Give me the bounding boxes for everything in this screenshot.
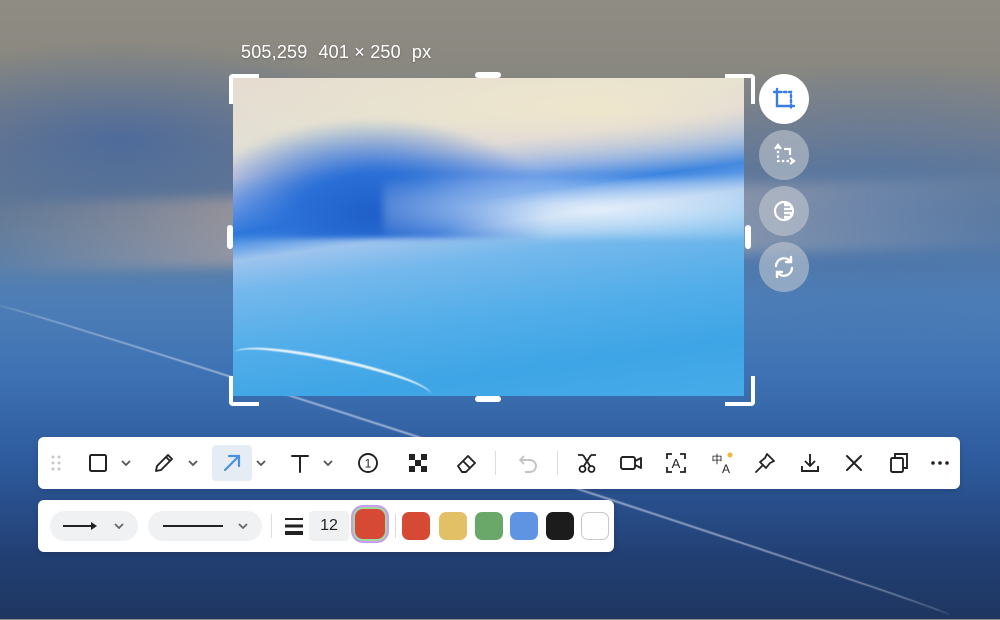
refresh-icon (774, 255, 794, 279)
svg-text:A: A (672, 456, 681, 471)
drag-grip-icon (51, 455, 61, 471)
eraser-tool[interactable] (452, 445, 482, 481)
download-icon (801, 454, 819, 472)
stroke-size-value[interactable]: 12 (309, 511, 349, 541)
mosaic-icon (409, 454, 427, 472)
copy-icon (890, 453, 908, 473)
download-button[interactable] (795, 445, 825, 481)
text-recognition-icon: A (666, 453, 686, 473)
rectangle-dropdown[interactable] (118, 445, 134, 481)
resize-arrows-icon (774, 143, 796, 165)
pencil-icon (155, 454, 173, 472)
mosaic-tool[interactable] (403, 445, 433, 481)
record-button[interactable] (616, 445, 646, 481)
chevron-down-icon (114, 523, 124, 530)
arrow-dropdown[interactable] (253, 445, 269, 481)
annotation-toolbar: 1 A 中 A (38, 437, 960, 489)
resize-handle-bottom-left[interactable] (229, 376, 259, 406)
selection-size: 401 × 250 (318, 42, 401, 62)
more-icon (931, 461, 949, 465)
selection-unit: px (411, 42, 432, 62)
chevron-down-icon (238, 523, 248, 530)
resize-button[interactable] (759, 130, 809, 180)
color-red[interactable] (402, 512, 430, 540)
translate-button[interactable]: 中 A (706, 445, 738, 481)
arrow-style-select[interactable] (50, 511, 138, 541)
resize-handle-bottom[interactable] (475, 396, 501, 402)
text-tool[interactable] (286, 445, 314, 481)
ocr-button[interactable]: A (661, 445, 691, 481)
undo-button[interactable] (513, 445, 543, 481)
arrow-line-icon (63, 522, 97, 530)
crop-icon (772, 87, 796, 111)
svg-text:A: A (722, 462, 730, 475)
rectangle-icon (89, 454, 107, 472)
resize-handle-top-left[interactable] (229, 74, 259, 104)
eraser-icon (457, 455, 476, 473)
current-color-swatch[interactable] (355, 509, 385, 539)
stroke-width-icon (285, 518, 303, 535)
more-button[interactable] (927, 445, 953, 481)
translate-icon: 中 A (712, 452, 733, 475)
chevron-down-icon (323, 460, 333, 467)
line-style-select[interactable] (148, 511, 262, 541)
rectangle-tool[interactable] (84, 445, 112, 481)
scissors-icon (578, 454, 596, 473)
chevron-down-icon (121, 460, 131, 467)
undo-icon (519, 455, 537, 473)
capture-selection-area[interactable] (233, 78, 744, 396)
text-icon (291, 455, 309, 473)
chevron-down-icon (188, 460, 198, 467)
resize-handle-top-right[interactable] (725, 74, 755, 104)
video-camera-icon (620, 456, 642, 470)
resize-handle-bottom-right[interactable] (725, 376, 755, 406)
selection-info: 505,259 401 × 250 px (241, 42, 442, 63)
color-blue[interactable] (510, 512, 538, 540)
resize-handle-right[interactable] (745, 225, 751, 249)
numbered-circle-icon: 1 (358, 453, 378, 473)
selection-image-glow (383, 178, 744, 238)
pen-tool[interactable] (150, 445, 178, 481)
close-button[interactable] (839, 445, 869, 481)
crop-button[interactable] (759, 74, 809, 124)
text-dropdown[interactable] (320, 445, 336, 481)
selection-position: 505,259 (241, 42, 308, 62)
pin-icon (755, 453, 775, 473)
svg-text:中: 中 (712, 453, 723, 466)
color-green[interactable] (475, 512, 503, 540)
svg-text:1: 1 (365, 457, 372, 471)
style-divider (395, 514, 396, 538)
drag-handle[interactable] (46, 445, 66, 481)
pen-dropdown[interactable] (185, 445, 201, 481)
resize-handle-left[interactable] (227, 225, 233, 249)
color-white[interactable] (581, 512, 609, 540)
chevron-down-icon (256, 460, 266, 467)
scissors-button[interactable] (572, 445, 602, 481)
resize-handle-top[interactable] (475, 72, 501, 78)
solid-line-icon (163, 525, 223, 527)
toolbar-divider (495, 451, 496, 475)
pin-button[interactable] (750, 445, 780, 481)
arrow-tool[interactable] (212, 445, 252, 481)
rotate-button[interactable] (759, 242, 809, 292)
contrast-icon (773, 200, 795, 222)
arrow-icon (223, 454, 241, 472)
color-yellow[interactable] (439, 512, 467, 540)
stroke-width-button[interactable] (282, 514, 306, 538)
contrast-button[interactable] (759, 186, 809, 236)
selection-image-streak (233, 337, 435, 396)
number-tool[interactable]: 1 (353, 445, 383, 481)
style-toolbar: 12 (38, 500, 614, 552)
copy-button[interactable] (884, 445, 914, 481)
toolbar-divider (557, 451, 558, 475)
color-black[interactable] (546, 512, 574, 540)
style-divider (271, 514, 272, 538)
close-icon (846, 455, 862, 471)
